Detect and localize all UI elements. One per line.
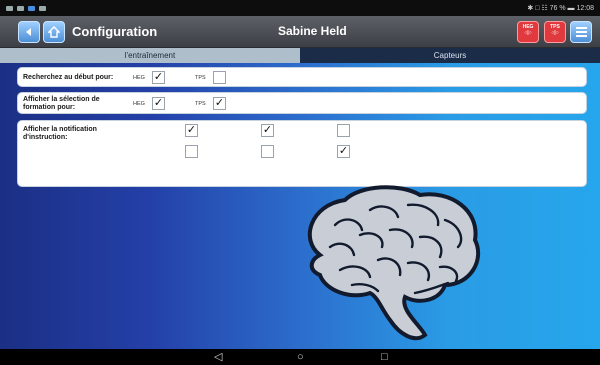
instruction-checkbox[interactable] <box>185 145 198 158</box>
setting-label: Recherchez au début pour: <box>23 74 114 81</box>
notification-icon <box>39 5 46 11</box>
menu-icon <box>575 27 587 29</box>
tps-option-label: TPS <box>195 101 206 107</box>
heg-option-label: HEG <box>133 101 145 107</box>
page-title: Configuration <box>72 24 158 39</box>
heg-option-label: HEG <box>133 75 145 81</box>
home-icon <box>48 26 60 38</box>
home-button[interactable] <box>43 21 65 43</box>
menu-button[interactable] <box>570 21 592 43</box>
tab-training[interactable]: l'entraînement <box>0 48 300 63</box>
notification-icon <box>17 5 24 11</box>
main-content: Recherchez au début pour: HEG ✓ TPS Affi… <box>0 63 600 349</box>
setting-label: Afficher la sélection de formation pour: <box>23 96 100 111</box>
setting-search-at-start: Recherchez au début pour: HEG ✓ TPS <box>17 67 587 87</box>
heg-device-button[interactable]: HEG ○|○ <box>517 21 539 43</box>
instruction-checkbox[interactable]: ✓ <box>337 145 350 158</box>
user-name: Sabine Held <box>278 24 347 38</box>
heg-search-checkbox[interactable]: ✓ <box>152 71 165 84</box>
back-button[interactable] <box>18 21 40 43</box>
notification-icon <box>6 5 13 11</box>
title-bar: Configuration Sabine Held HEG ○|○ TPS ○|… <box>0 16 600 48</box>
back-arrow-icon <box>26 28 31 36</box>
instruction-checkbox[interactable]: ✓ <box>185 124 198 137</box>
nav-back-button[interactable]: ◁ <box>214 351 222 363</box>
instruction-checkbox[interactable] <box>261 145 274 158</box>
brain-illustration <box>307 185 481 341</box>
setting-show-training-selection: Afficher la sélection de formation pour:… <box>17 92 587 114</box>
nav-home-button[interactable]: ○ <box>297 351 304 363</box>
notification-icons <box>6 5 46 11</box>
status-bar: ✱ □ ☷ 76 % ▬ 12:08 <box>0 0 600 16</box>
nav-recent-button[interactable]: □ <box>381 351 388 363</box>
tps-device-button[interactable]: TPS ○|○ <box>544 21 566 43</box>
tps-search-checkbox[interactable] <box>213 71 226 84</box>
setting-label: Afficher la notification d'instruction: <box>23 126 97 141</box>
setting-show-instruction-notification: Afficher la notification d'instruction: … <box>17 120 587 187</box>
tps-selection-checkbox[interactable]: ✓ <box>213 97 226 110</box>
tab-sensors[interactable]: Capteurs <box>300 48 600 63</box>
tps-option-label: TPS <box>195 75 206 81</box>
notification-icon <box>28 5 35 11</box>
instruction-checkbox[interactable]: ✓ <box>261 124 274 137</box>
heg-selection-checkbox[interactable]: ✓ <box>152 97 165 110</box>
tab-bar: l'entraînement Capteurs <box>0 48 600 63</box>
instruction-checkbox[interactable] <box>337 124 350 137</box>
status-text: ✱ □ ☷ 76 % ▬ 12:08 <box>527 5 594 12</box>
android-nav-bar: ◁ ○ □ <box>0 349 600 365</box>
